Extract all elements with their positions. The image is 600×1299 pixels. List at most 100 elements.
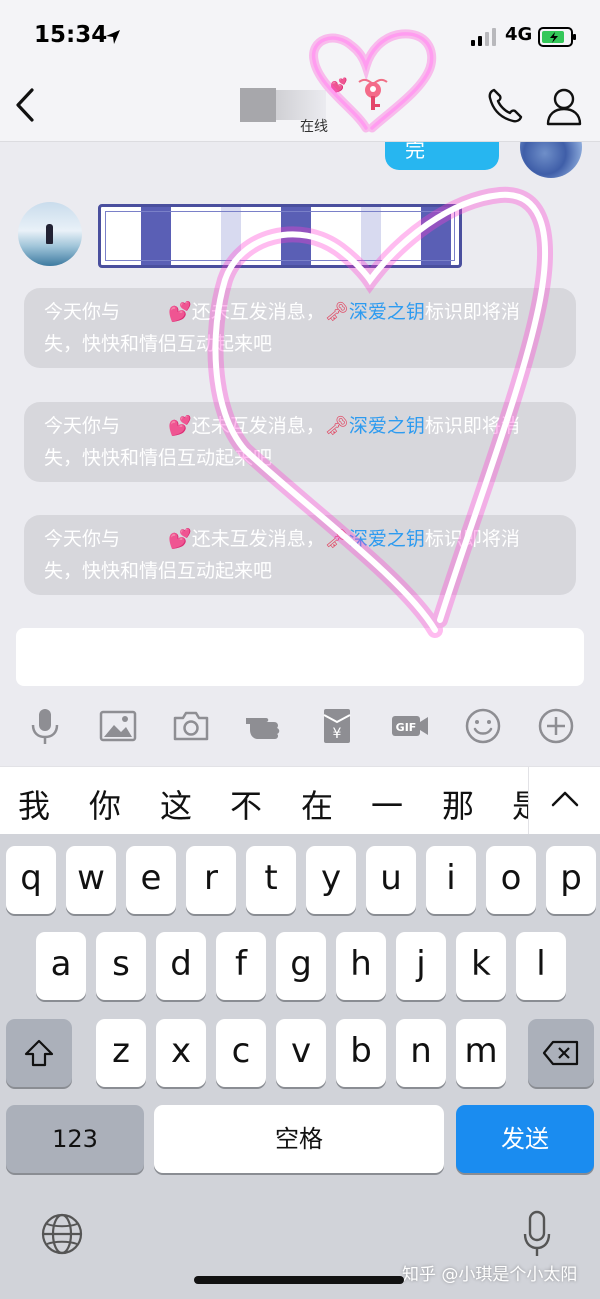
outgoing-message-bubble[interactable]: 完 [385, 142, 499, 170]
couple-heart-icon: 💕 [330, 78, 348, 94]
emoji-button[interactable] [459, 702, 507, 750]
candidate-word[interactable]: 那 [442, 781, 474, 827]
avatar-figure [46, 224, 53, 244]
love-key-link[interactable]: 深爱之钥 [349, 415, 425, 437]
camera-button[interactable] [167, 702, 215, 750]
key-a[interactable]: a [36, 932, 86, 1000]
key-t[interactable]: t [246, 846, 296, 914]
outgoing-message-text: 完 [405, 142, 425, 162]
key-o[interactable]: o [486, 846, 536, 914]
system-message-prefix: 今天你与 [44, 415, 121, 437]
key-r[interactable]: r [186, 846, 236, 914]
shift-icon [24, 1039, 54, 1067]
key-c[interactable]: c [216, 1019, 266, 1087]
expand-candidates-button[interactable] [528, 767, 600, 835]
phone-icon[interactable] [485, 86, 525, 126]
key-b[interactable]: b [336, 1019, 386, 1087]
key-h[interactable]: h [336, 932, 386, 1000]
backspace-icon [542, 1040, 579, 1066]
contact-avatar[interactable] [18, 202, 82, 266]
system-message-suffix: 标识即将消 [424, 415, 520, 437]
red-envelope-button[interactable]: ¥ [313, 702, 361, 750]
key-n[interactable]: n [396, 1019, 446, 1087]
system-message-line2: 失，快快和情侣互动起来吧 [44, 447, 273, 469]
system-message-mid: 还未互发消息， [191, 528, 325, 550]
gif-icon: GIF [391, 716, 428, 736]
system-message-line2: 失，快快和情侣互动起来吧 [44, 333, 273, 355]
dictation-mic-icon[interactable] [522, 1210, 552, 1258]
signal-icon [471, 28, 496, 46]
image-icon [99, 710, 136, 742]
more-button[interactable] [532, 702, 580, 750]
shift-key[interactable] [6, 1019, 72, 1087]
my-avatar[interactable] [520, 142, 582, 178]
system-message-suffix: 标识即将消 [424, 528, 520, 550]
location-arrow-icon [106, 30, 120, 44]
microphone-button[interactable] [21, 702, 69, 750]
key-v[interactable]: v [276, 1019, 326, 1087]
love-key-badge-icon [358, 78, 388, 110]
system-message-suffix: 标识即将消 [424, 301, 520, 323]
incoming-message-redacted[interactable] [98, 204, 462, 268]
back-arrow-icon[interactable] [10, 84, 40, 126]
send-key[interactable]: 发送 [456, 1105, 594, 1173]
message-input[interactable] [16, 628, 584, 686]
key-p[interactable]: p [546, 846, 596, 914]
space-key[interactable]: 空格 [154, 1105, 444, 1173]
svg-text:¥: ¥ [332, 726, 341, 742]
key-m[interactable]: m [456, 1019, 506, 1087]
candidate-word[interactable]: 这 [160, 781, 192, 827]
key-l[interactable]: l [516, 932, 566, 1000]
microphone-icon [31, 709, 58, 744]
system-message: 今天你与 💕还未互发消息，🗝深爱之钥标识即将消 失，快快和情侣互动起来吧 [24, 288, 576, 368]
system-message: 今天你与 💕还未互发消息，🗝深爱之钥标识即将消 失，快快和情侣互动起来吧 [24, 515, 576, 595]
system-message-prefix: 今天你与 [44, 528, 121, 550]
gif-button[interactable]: GIF [386, 702, 434, 750]
key-x[interactable]: x [156, 1019, 206, 1087]
key-f[interactable]: f [216, 932, 266, 1000]
candidate-word[interactable]: 不 [230, 781, 262, 827]
network-type: 4G [505, 24, 533, 45]
poke-hand-icon [245, 718, 279, 739]
globe-icon[interactable] [40, 1212, 84, 1256]
online-status: 在线 [300, 119, 328, 135]
key-u[interactable]: u [366, 846, 416, 914]
chat-toolbar: ¥ GIF [0, 698, 600, 754]
key-w[interactable]: w [66, 846, 116, 914]
candidate-word[interactable]: 你 [89, 781, 121, 827]
poke-button[interactable] [240, 702, 288, 750]
contact-name-redacted[interactable] [240, 88, 276, 122]
key-j[interactable]: j [396, 932, 446, 1000]
key-q[interactable]: q [6, 846, 56, 914]
battery-icon [538, 27, 576, 47]
key-y[interactable]: y [306, 846, 356, 914]
love-key-link[interactable]: 深爱之钥 [349, 528, 425, 550]
heart-emoji: 💕 [168, 415, 192, 437]
key-k[interactable]: k [456, 932, 506, 1000]
key-i[interactable]: i [426, 846, 476, 914]
key-emoji: 🗝 [324, 301, 349, 323]
key-emoji: 🗝 [324, 528, 349, 550]
delete-key[interactable] [528, 1019, 594, 1087]
watermark: 知乎 @小琪是个小太阳 [402, 1265, 578, 1285]
key-g[interactable]: g [276, 932, 326, 1000]
camera-icon [173, 711, 208, 741]
love-key-link[interactable]: 深爱之钥 [349, 301, 425, 323]
image-button[interactable] [94, 702, 142, 750]
candidate-word[interactable]: 一 [371, 781, 403, 827]
profile-icon[interactable] [545, 86, 583, 126]
emoji-icon [465, 708, 500, 744]
keyboard: q w e r t y u i o p a s d f g h j k l z … [0, 834, 600, 1299]
candidate-word[interactable]: 在 [301, 781, 333, 827]
candidate-word[interactable]: 我 [18, 781, 50, 827]
system-message-prefix: 今天你与 [44, 301, 121, 323]
svg-text:GIF: GIF [395, 721, 416, 734]
chat-area[interactable]: 完 今天你与 💕还未互发消息，🗝深爱之钥标识即将消 失，快快和情侣互动起来吧 今天… [0, 142, 600, 626]
system-message-mid: 还未互发消息， [191, 415, 325, 437]
home-indicator [194, 1276, 404, 1284]
numbers-key[interactable]: 123 [6, 1105, 144, 1173]
key-d[interactable]: d [156, 932, 206, 1000]
key-e[interactable]: e [126, 846, 176, 914]
key-s[interactable]: s [96, 932, 146, 1000]
key-z[interactable]: z [96, 1019, 146, 1087]
